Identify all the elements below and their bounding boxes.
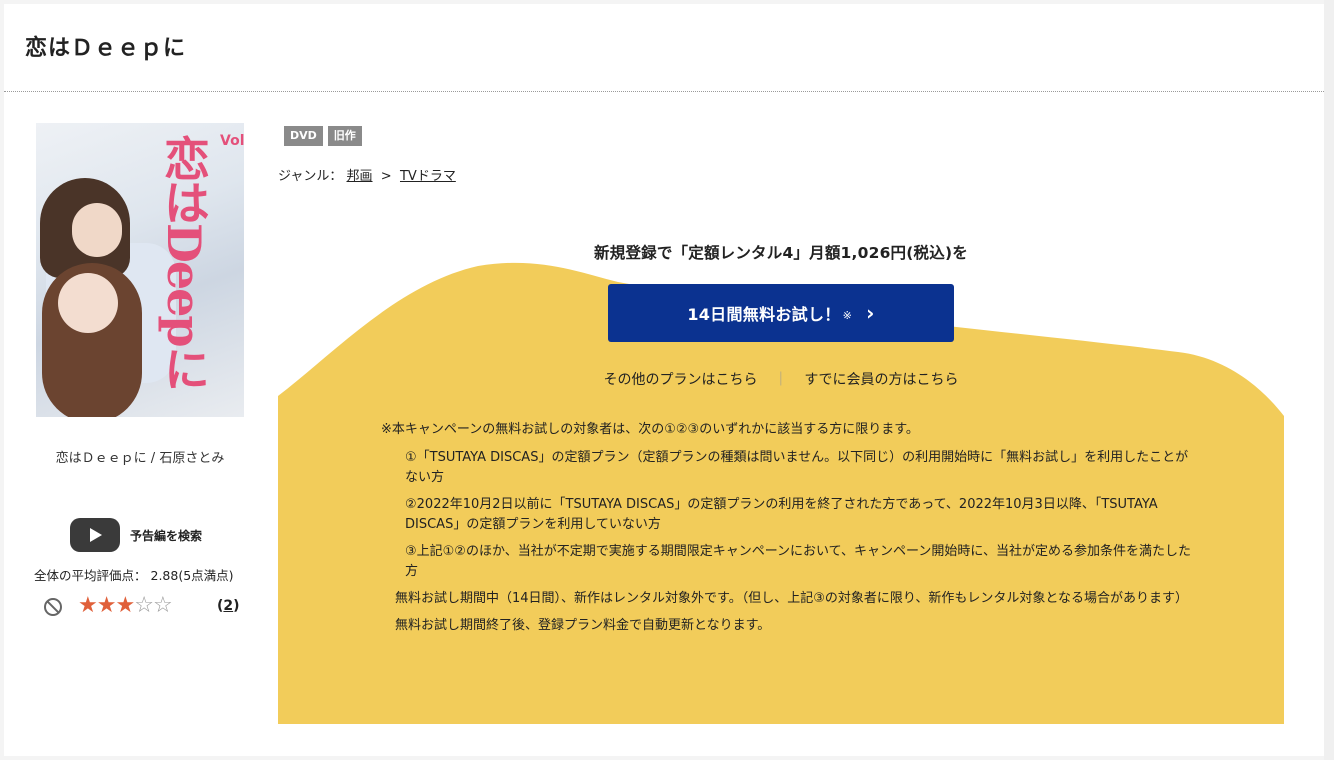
chevron-right-icon: › (866, 301, 875, 325)
title-divider (4, 91, 1324, 92)
review-count[interactable]: (2) (217, 598, 240, 614)
free-trial-button[interactable]: 14日間無料お試し！ ※ › (608, 284, 954, 342)
condition-3: ③上記①②のほか、当社が不定期で実施する期間限定キャンペーンにおいて、キャンペー… (405, 544, 1191, 579)
star-icon: ★ (78, 593, 98, 618)
trailer-search-label: 予告編を検索 (130, 528, 203, 543)
badge-dvd: DVD (284, 126, 323, 146)
average-rating: 全体の平均評価点： 2.88(5点満点) (34, 565, 254, 584)
cover-figure-face-2 (58, 273, 118, 333)
cover-volume: Vol.1 (220, 133, 244, 149)
page-scrollbar[interactable] (1324, 0, 1334, 760)
rating-row: ★★★☆☆ (2) (44, 593, 254, 620)
genre-link-tv-drama[interactable]: TVドラマ (400, 169, 456, 184)
plan-links-separator: ｜ (773, 372, 788, 388)
notes-lead: ※本キャンペーンの無料お試しの対象者は、次の①②③のいずれかに該当する方に限りま… (381, 422, 919, 437)
average-rating-value: 2.88(5点満点) (150, 568, 234, 583)
plan-links: その他のプランはこちら ｜ すでに会員の方はこちら (278, 369, 1284, 389)
star-icon: ★ (115, 593, 135, 618)
campaign-notes: ※本キャンペーンの無料お試しの対象者は、次の①②③のいずれかに該当する方に限りま… (381, 420, 1191, 643)
star-icon: ☆ (152, 593, 173, 618)
star-icon: ★ (96, 593, 117, 618)
rating-stars: ★★★☆☆ (78, 593, 173, 618)
cover-figure-face (72, 203, 122, 257)
trailer-search-button[interactable]: 予告編を検索 (70, 518, 202, 552)
review-count-value[interactable]: 2 (223, 598, 233, 614)
condition-2: ②2022年10月2日以前に「TSUTAYA DISCAS」の定額プランの利用を… (405, 497, 1158, 532)
other-plans-link[interactable]: その他のプランはこちら (603, 372, 757, 388)
free-trial-label: 14日間無料お試し！ (687, 305, 841, 324)
play-icon (70, 518, 120, 552)
page-title: 恋はＤｅｅｐに (25, 36, 187, 61)
badge-old-release: 旧作 (327, 126, 362, 146)
cover-image[interactable]: 恋はDeepに Vol.1 (36, 123, 244, 417)
condition-1: ①「TSUTAYA DISCAS」の定額プラン（定額プランの種類は問いません。以… (405, 450, 1189, 485)
star-icon: ☆ (134, 593, 154, 618)
campaign-headline: 新規登録で「定額レンタル4」月額1,026円(税込)を (594, 244, 968, 262)
ban-icon[interactable] (44, 598, 62, 616)
cover-title-art: 恋はDeepに (157, 135, 211, 390)
genre-breadcrumb: ジャンル： 邦画 > TVドラマ (278, 165, 456, 184)
genre-label: ジャンル： (278, 169, 343, 184)
work-credit: 恋はＤｅｅｐに / 石原さとみ (55, 451, 225, 466)
members-link[interactable]: すでに会員の方はこちら (804, 372, 958, 388)
genre-link-japanese-film[interactable]: 邦画 (347, 169, 373, 184)
average-rating-label: 全体の平均評価点： (34, 568, 147, 583)
footnote-1: 無料お試し期間中（14日間）、新作はレンタル対象外です。（但し、上記③の対象者に… (395, 591, 1188, 606)
footnote-2: 無料お試し期間終了後、登録プラン料金で自動更新となります。 (395, 618, 771, 633)
format-badges: DVD 旧作 (284, 126, 362, 146)
campaign-panel: 新規登録で「定額レンタル4」月額1,026円(税込)を 14日間無料お試し！ ※… (278, 234, 1284, 754)
free-trial-note-mark: ※ (842, 308, 853, 322)
page: 恋はＤｅｅｐに 恋はDeepに Vol.1 恋はＤｅｅｐに / 石原さとみ 予告… (4, 4, 1324, 756)
genre-separator: > (380, 169, 392, 184)
